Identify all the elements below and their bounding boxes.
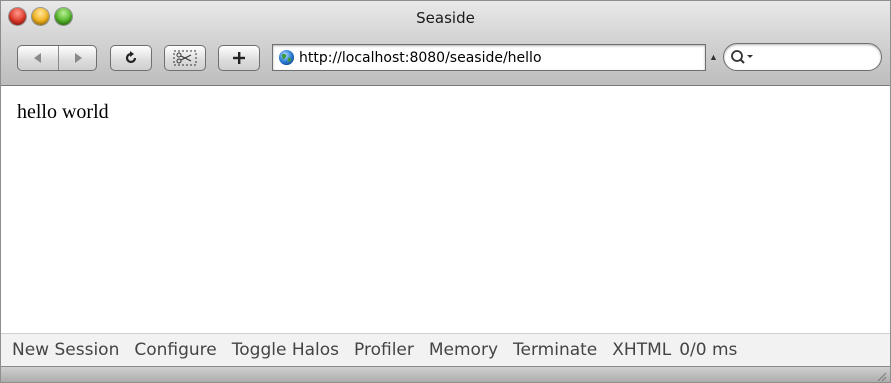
forward-button[interactable] <box>58 46 96 70</box>
browser-window: Seaside http://localhost:8080/seaside/he… <box>0 0 891 383</box>
add-bookmark-button[interactable] <box>218 45 260 71</box>
page-content: hello world <box>1 86 890 333</box>
reload-icon <box>125 51 137 64</box>
configure-link[interactable]: Configure <box>134 340 216 360</box>
globe-icon <box>278 49 295 66</box>
back-button[interactable] <box>18 46 58 70</box>
render-timing: 0/0 ms <box>679 340 738 360</box>
window-chrome: Seaside http://localhost:8080/seaside/he… <box>1 1 890 86</box>
status-bar <box>1 366 890 382</box>
resize-grip-icon[interactable] <box>875 370 887 382</box>
toggle-halos-link[interactable]: Toggle Halos <box>232 340 339 360</box>
search-field[interactable] <box>723 43 882 71</box>
profiler-link[interactable]: Profiler <box>354 340 414 360</box>
navigation-buttons <box>17 45 97 71</box>
forward-arrow-icon <box>74 53 82 63</box>
snippet-icon <box>173 50 197 66</box>
new-session-link[interactable]: New Session <box>12 340 119 360</box>
window-title: Seaside <box>416 9 475 27</box>
back-arrow-icon <box>34 53 41 63</box>
reload-button[interactable] <box>110 45 152 71</box>
xhtml-link[interactable]: XHTML <box>612 340 671 360</box>
hello-text: hello world <box>17 101 109 123</box>
snippet-button[interactable] <box>164 45 206 71</box>
url-dropdown-icon[interactable]: ▲ <box>709 52 718 62</box>
seaside-toolbar: New Session Configure Toggle Halos Profi… <box>1 333 890 366</box>
plus-icon <box>233 52 245 64</box>
address-url: http://localhost:8080/seaside/hello <box>299 49 542 66</box>
terminate-link[interactable]: Terminate <box>513 340 597 360</box>
magnifier-icon <box>731 50 753 64</box>
memory-link[interactable]: Memory <box>429 340 498 360</box>
address-bar[interactable]: http://localhost:8080/seaside/hello <box>272 44 706 71</box>
